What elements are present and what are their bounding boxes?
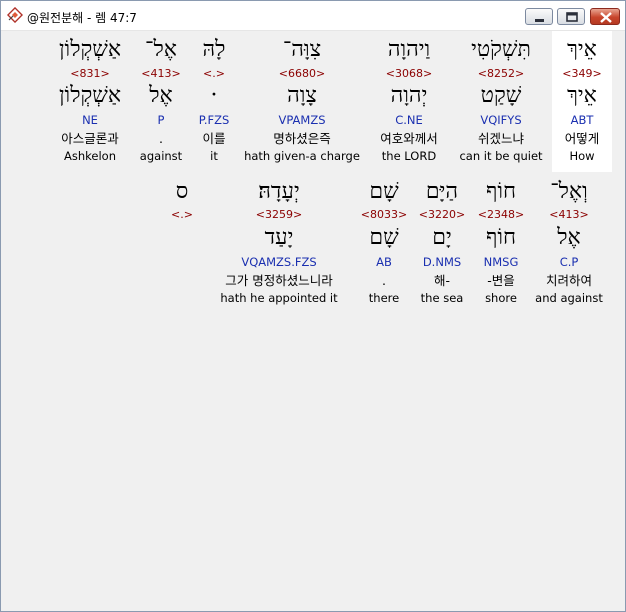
maximize-icon (566, 12, 578, 22)
hebrew-word: אֶל־ (145, 37, 177, 62)
lexical-form: צָוָה (287, 83, 317, 108)
close-button[interactable] (590, 8, 620, 25)
strong-number[interactable]: <413> (533, 208, 605, 222)
minimize-button[interactable] (525, 8, 553, 25)
morphology-code: VPAMZS (278, 113, 326, 127)
korean-gloss: 그가 명정하셨느니라 (225, 273, 333, 288)
hebrew-word: יְעָדָהּ׃ (258, 179, 300, 204)
lexical-form: חוֹף (485, 225, 517, 250)
morphology-code: NMSG (483, 255, 519, 269)
hebrew-word: וְאֶל־ (550, 179, 588, 204)
lexical-form: יָם (432, 225, 452, 250)
korean-gloss: 치려하여 (545, 273, 592, 288)
morphology-code: D.NMS (422, 255, 462, 269)
strong-number[interactable]: <3259> (205, 208, 353, 222)
korean-gloss: 해- (433, 273, 450, 288)
english-gloss: shore (485, 291, 517, 305)
strong-number[interactable]: <3068> (365, 67, 453, 81)
english-gloss: the LORD (381, 149, 437, 163)
morphology-code: P (157, 113, 165, 127)
english-gloss: there (368, 291, 400, 305)
maximize-button[interactable] (557, 8, 585, 25)
main-window: @원전분해 - 렘 47:7 אֵיךְ <349> אֵיךְ ABT 어떻게… (0, 0, 626, 612)
hebrew-word: צִוָּה־ (282, 37, 322, 62)
hebrew-word: שָׁם (369, 179, 399, 204)
morphology-code: VQAMZS.FZS (241, 255, 317, 269)
title-bar[interactable]: @원전분해 - 렘 47:7 (1, 1, 625, 31)
lexical-form: יָעַד (264, 225, 294, 250)
korean-gloss: . (159, 131, 163, 146)
strong-number[interactable]: <8033> (357, 208, 411, 222)
english-gloss: and against (535, 291, 603, 305)
morphology-code: C.P (559, 255, 579, 269)
korean-gloss: 아스글론과 (61, 131, 119, 146)
korean-gloss: . (382, 273, 386, 288)
english-gloss: hath he appointed it (220, 291, 338, 305)
app-diamond-icon[interactable] (6, 6, 24, 24)
lexical-form: אֶל (557, 225, 581, 250)
lexical-form: אֵיךְ (567, 83, 597, 108)
english-gloss: the sea (420, 291, 464, 305)
strong-number[interactable]: <349> (552, 67, 612, 81)
hebrew-word: ס (175, 179, 189, 204)
interlinear-view[interactable]: אֵיךְ <349> אֵיךְ ABT 어떻게 How תִּשְׁקֹטִ… (3, 31, 623, 609)
lexical-form: שָׁקַט (480, 83, 522, 108)
english-gloss: How (569, 149, 595, 163)
english-gloss: it (210, 149, 218, 163)
korean-gloss: 어떻게 (564, 131, 600, 146)
lexical-form: יְהוָה (390, 83, 428, 108)
hebrew-word: אֵיךְ (567, 37, 597, 62)
strong-number[interactable]: <831> (49, 67, 131, 81)
close-icon (600, 12, 612, 23)
lexical-form: אַשְׁקְלוֹן (58, 83, 122, 108)
morphology-code: P.FZS (198, 113, 230, 127)
morphology-code: NE (82, 113, 98, 127)
morphology-code: C.NE (395, 113, 423, 127)
hebrew-word: הַיָּם (425, 179, 459, 204)
lexical-form: שָׁם (369, 225, 399, 250)
hebrew-word: אַשְׁקְלוֹן (58, 37, 122, 62)
lexical-form: · (210, 83, 218, 108)
window-title: @원전분해 - 렘 47:7 (27, 11, 137, 25)
morphology-code: AB (376, 255, 392, 269)
korean-gloss: -변을 (487, 273, 515, 288)
strong-number[interactable]: <6680> (243, 67, 361, 81)
strong-number[interactable]: <8252> (457, 67, 545, 81)
hebrew-word: לָהּ (202, 37, 226, 62)
strong-number[interactable]: <3220> (415, 208, 469, 222)
strong-number[interactable]: <413> (135, 67, 187, 81)
hebrew-word: וַיהוָה (387, 37, 431, 62)
english-gloss: against (139, 149, 183, 163)
morphology-code: VQIFYS (480, 113, 522, 127)
lexical-form: אֶל (149, 83, 173, 108)
korean-gloss: 명하셨은즉 (273, 131, 331, 146)
hebrew-word: תִּשְׁקֹטִי (471, 37, 531, 62)
english-gloss: Ashkelon (64, 149, 116, 163)
korean-gloss: 이를 (202, 131, 226, 146)
english-gloss: can it be quiet (459, 149, 543, 163)
strong-number[interactable]: <2348> (473, 208, 529, 222)
korean-gloss: 여호와께서 (380, 131, 438, 146)
morphology-code: ABT (570, 113, 594, 127)
strong-number[interactable]: <.> (163, 208, 201, 222)
hebrew-word: חוֹף (485, 179, 517, 204)
strong-number[interactable]: <.> (189, 67, 239, 81)
korean-gloss: 쉬겠느냐 (477, 131, 524, 146)
minimize-icon (535, 19, 544, 22)
english-gloss: hath given-a charge (244, 149, 360, 163)
